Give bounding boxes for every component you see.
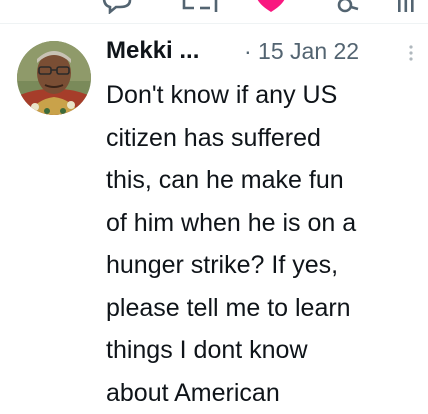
divider	[0, 23, 428, 24]
tweet-action-bar	[0, 0, 428, 14]
more-options-icon[interactable]	[408, 44, 414, 62]
reply-icon[interactable]	[100, 0, 134, 14]
avatar[interactable]	[17, 41, 91, 115]
author-name[interactable]: Mekki ...	[106, 34, 199, 68]
share-icon[interactable]	[332, 0, 362, 14]
tweet-date[interactable]: · 15 Jan 22	[244, 34, 359, 68]
like-icon[interactable]	[254, 0, 288, 14]
retweet-icon[interactable]	[180, 0, 220, 14]
analytics-icon[interactable]	[395, 0, 417, 14]
tweet-header: Mekki ... · 15 Jan 22	[106, 34, 426, 68]
tweet-text: Don't know if any US citizen has suffere…	[106, 81, 357, 407]
